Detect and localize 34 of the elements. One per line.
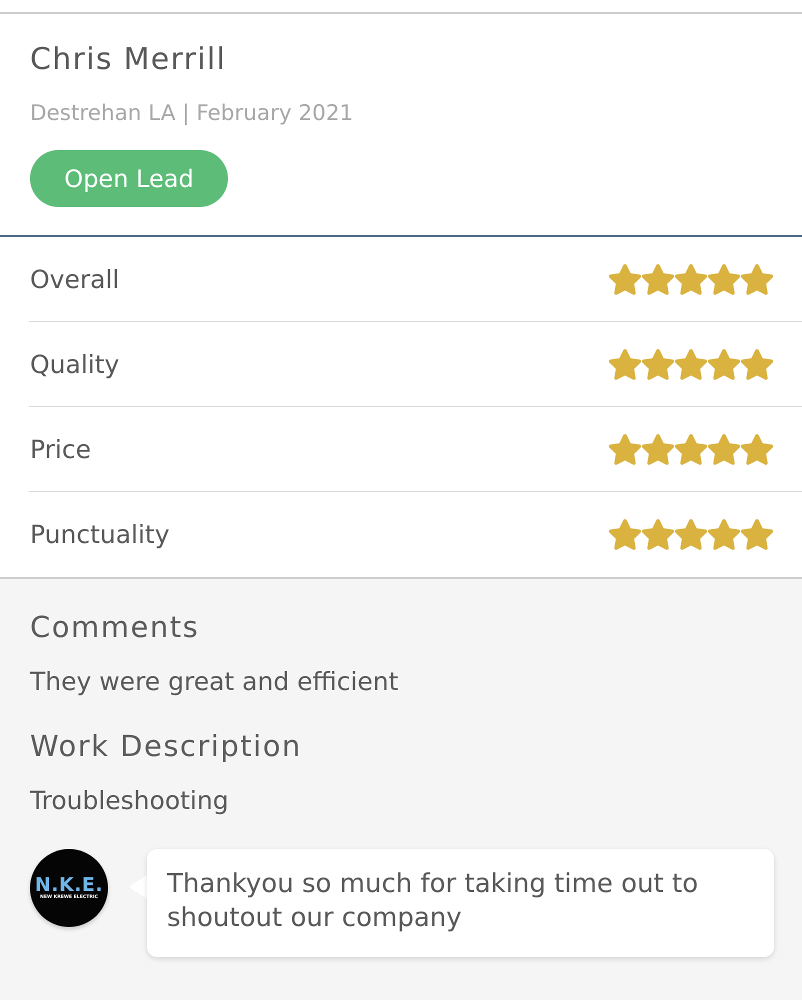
filled-star-icon — [708, 264, 740, 294]
reviewer-name: Chris Merrill — [30, 41, 228, 79]
filled-star-icon — [642, 519, 674, 550]
filled-star-icon — [741, 264, 773, 294]
location-date: Destrehan LA | February 2021 — [30, 100, 354, 128]
section-text: Troubleshooting — [30, 785, 230, 817]
logo-title: N.K.E. — [34, 875, 104, 895]
rating-label: Overall — [30, 264, 120, 294]
filled-star-icon — [609, 264, 641, 294]
filled-star-icon — [675, 348, 707, 380]
section-text: They were great and efficient — [30, 666, 400, 698]
filled-star-icon — [642, 434, 674, 464]
filled-star-icon — [609, 434, 641, 464]
rating-label: Quality — [30, 350, 120, 378]
rating-label: Punctuality — [30, 520, 170, 549]
filled-star-icon — [708, 519, 740, 550]
open-lead-button[interactable]: Open Lead — [30, 150, 228, 207]
reply-bubble: Thankyou so much for taking time out to shoutout our company — [147, 849, 774, 957]
filled-star-icon — [741, 519, 773, 550]
bubble-pointer-icon — [129, 875, 147, 899]
filled-star-icon — [675, 434, 707, 464]
filled-star-icon — [741, 348, 773, 380]
filled-star-icon — [741, 434, 773, 464]
rating-label: Price — [30, 434, 91, 464]
filled-star-icon — [609, 348, 641, 380]
filled-star-icon — [708, 348, 740, 380]
filled-star-icon — [642, 264, 674, 294]
filled-star-icon — [675, 519, 707, 550]
filled-star-icon — [708, 434, 740, 464]
section-heading: Comments — [30, 609, 200, 646]
section-heading: Work Description — [30, 728, 303, 765]
filled-star-icon — [609, 519, 641, 550]
filled-star-icon — [675, 264, 707, 294]
filled-star-icon — [642, 348, 674, 380]
